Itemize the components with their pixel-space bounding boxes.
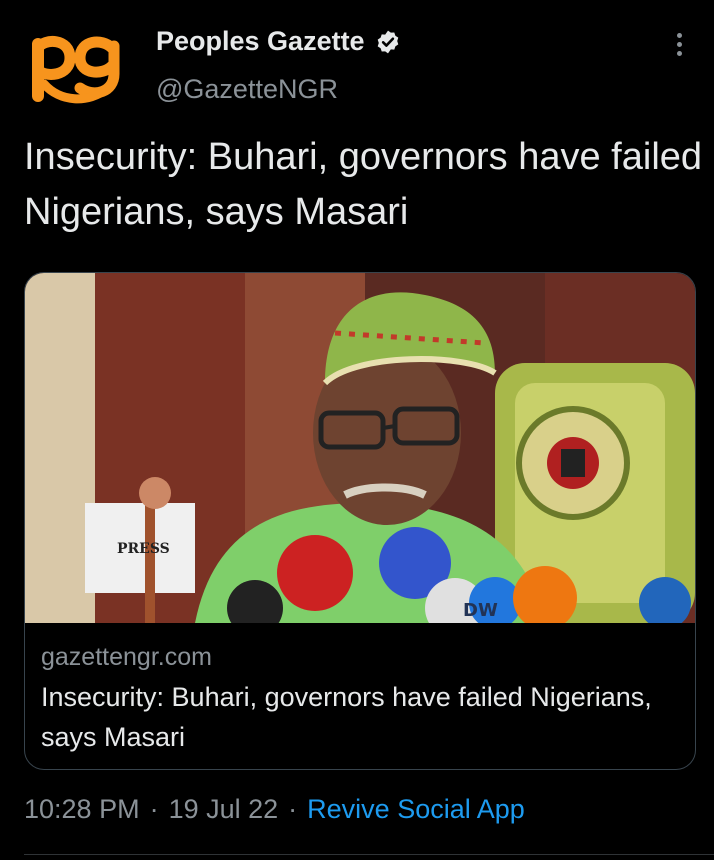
tweet-text: Insecurity: Buhari, governors have faile…: [24, 136, 703, 233]
verified-badge-icon: [377, 30, 398, 53]
mic-label-press: PRESS: [117, 541, 170, 557]
card-title: Insecurity: Buhari, governors have faile…: [41, 682, 652, 752]
meta-separator: ·: [288, 794, 298, 824]
article-thumbnail-image[interactable]: PRESS DW: [25, 273, 695, 623]
tweet-time[interactable]: 10:28 PM: [24, 794, 140, 825]
tweet-date[interactable]: 19 Jul 22: [169, 794, 279, 825]
meta-separator: ·: [149, 794, 159, 824]
display-name[interactable]: Peoples Gazette: [156, 26, 365, 57]
avatar[interactable]: [24, 26, 134, 112]
source-app-link[interactable]: Revive Social App: [307, 794, 525, 825]
peoples-gazette-logo: [32, 36, 120, 104]
more-options-icon[interactable]: [664, 30, 694, 62]
card-domain: gazettengr.com: [41, 643, 212, 671]
author-name-row[interactable]: Peoples Gazette: [156, 26, 401, 57]
link-preview-card[interactable]: PRESS DW gazettengr.com Insecurity: Buha…: [24, 272, 696, 770]
tweet-metadata: 10:28 PM · 19 Jul 22 · Revive Social App: [24, 794, 525, 825]
user-handle[interactable]: @GazetteNGR: [156, 74, 338, 105]
divider: [24, 854, 714, 855]
mic-label-dw: DW: [463, 600, 498, 621]
